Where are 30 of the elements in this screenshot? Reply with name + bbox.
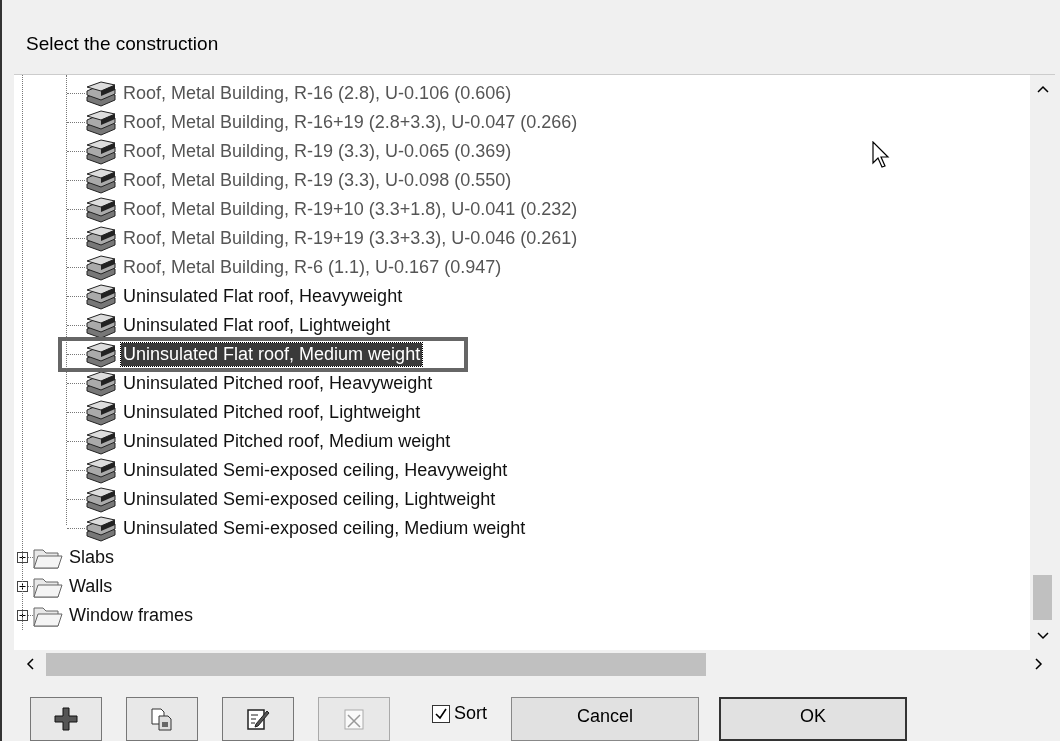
expand-icon[interactable]	[17, 581, 28, 593]
add-button[interactable]	[30, 697, 102, 741]
tree-item[interactable]: Uninsulated Pitched roof, Medium weight	[121, 430, 453, 454]
delete-icon	[342, 707, 366, 731]
edit-icon	[246, 707, 270, 731]
tree-item[interactable]: Uninsulated Flat roof, Heavyweight	[121, 285, 405, 309]
expand-icon[interactable]	[17, 552, 28, 564]
copy-button[interactable]	[126, 697, 198, 741]
tree-item[interactable]: Uninsulated Flat roof, Lightweight	[121, 314, 393, 338]
tree-item[interactable]: Uninsulated Semi-exposed ceiling, Lightweight	[121, 488, 498, 512]
sort-checkbox[interactable]	[432, 704, 450, 723]
tree-item[interactable]: Uninsulated Flat roof, Medium weight	[121, 343, 423, 367]
tree-item[interactable]: Walls	[69, 576, 113, 598]
sort-label: Sort	[454, 703, 487, 724]
scroll-thumb[interactable]	[1033, 575, 1052, 621]
dialog-button[interactable]: Cancel	[511, 697, 699, 741]
tree-item[interactable]: Window frames	[69, 605, 194, 627]
tree-item[interactable]: Uninsulated Pitched roof, Heavyweight	[121, 372, 435, 396]
tree-item[interactable]: Uninsulated Semi-exposed ceiling, Medium weight	[121, 517, 528, 541]
tree-item[interactable]: Uninsulated Semi-exposed ceiling, Heavyweight	[121, 459, 510, 483]
scroll-thumb[interactable]	[46, 652, 706, 676]
expand-icon[interactable]	[17, 610, 28, 622]
tree-item[interactable]: Uninsulated Pitched roof, Lightweight	[121, 401, 423, 425]
edit-button[interactable]	[222, 697, 294, 741]
copy-icon	[150, 707, 174, 731]
plus-icon	[54, 707, 78, 731]
mouse-pointer-icon	[872, 141, 890, 170]
window-title: Select the construction	[25, 32, 220, 56]
dialog-button[interactable]: OK	[719, 697, 907, 741]
tree-item[interactable]: Slabs	[69, 547, 115, 569]
